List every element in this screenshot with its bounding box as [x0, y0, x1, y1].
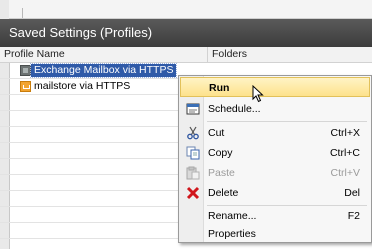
- menu-item-paste[interactable]: Paste Ctrl+V: [180, 163, 370, 183]
- menu-item-label: Copy: [208, 147, 233, 159]
- menu-item-cut[interactable]: Cut Ctrl+X: [180, 123, 370, 143]
- menu-item-schedule[interactable]: Schedule...: [180, 99, 370, 119]
- menu-item-label: Run: [209, 82, 230, 94]
- menu-item-shortcut: Del: [344, 187, 360, 199]
- delete-x-icon: [186, 186, 200, 200]
- menu-item-delete[interactable]: Delete Del: [180, 183, 370, 203]
- profile-name: mailstore via HTTPS: [34, 80, 131, 92]
- schedule-icon: [186, 102, 200, 116]
- menu-item-shortcut: Ctrl+C: [329, 147, 360, 159]
- mailstore-profile-icon: [20, 81, 31, 92]
- menu-item-label: Cut: [208, 127, 225, 139]
- menu-item-run[interactable]: Run: [180, 77, 370, 97]
- top-toolbar-strip: [9, 0, 372, 19]
- scissors-icon: [186, 126, 200, 140]
- panel-title: Saved Settings (Profiles): [0, 19, 372, 47]
- toolbar-divider: [22, 8, 23, 18]
- menu-item-label: Delete: [208, 187, 239, 199]
- copy-icon: [186, 146, 200, 160]
- menu-item-rename[interactable]: Rename... F2: [180, 206, 370, 226]
- menu-separator: [207, 121, 367, 122]
- menu-item-label: Properties: [208, 228, 256, 240]
- paste-icon: [186, 166, 200, 180]
- column-header-profile-name[interactable]: Profile Name: [4, 47, 65, 62]
- menu-item-label: Rename...: [208, 210, 257, 222]
- menu-item-shortcut: Ctrl+V: [330, 167, 360, 179]
- profile-name: Exchange Mailbox via HTTPS: [29, 63, 178, 78]
- column-header-row: Profile Name Folders: [0, 47, 372, 63]
- menu-item-copy[interactable]: Copy Ctrl+C: [180, 143, 370, 163]
- column-header-folders[interactable]: Folders: [207, 47, 247, 62]
- menu-item-label: Paste: [208, 167, 235, 179]
- exchange-profile-icon: [20, 65, 31, 76]
- context-menu: Run Schedule... Cut Ctrl+X Copy Ctrl+C P…: [178, 75, 372, 243]
- menu-item-properties[interactable]: Properties: [180, 224, 370, 244]
- menu-item-shortcut: F2: [347, 210, 360, 222]
- menu-item-shortcut: Ctrl+X: [330, 127, 360, 139]
- mouse-pointer-icon: [252, 84, 264, 106]
